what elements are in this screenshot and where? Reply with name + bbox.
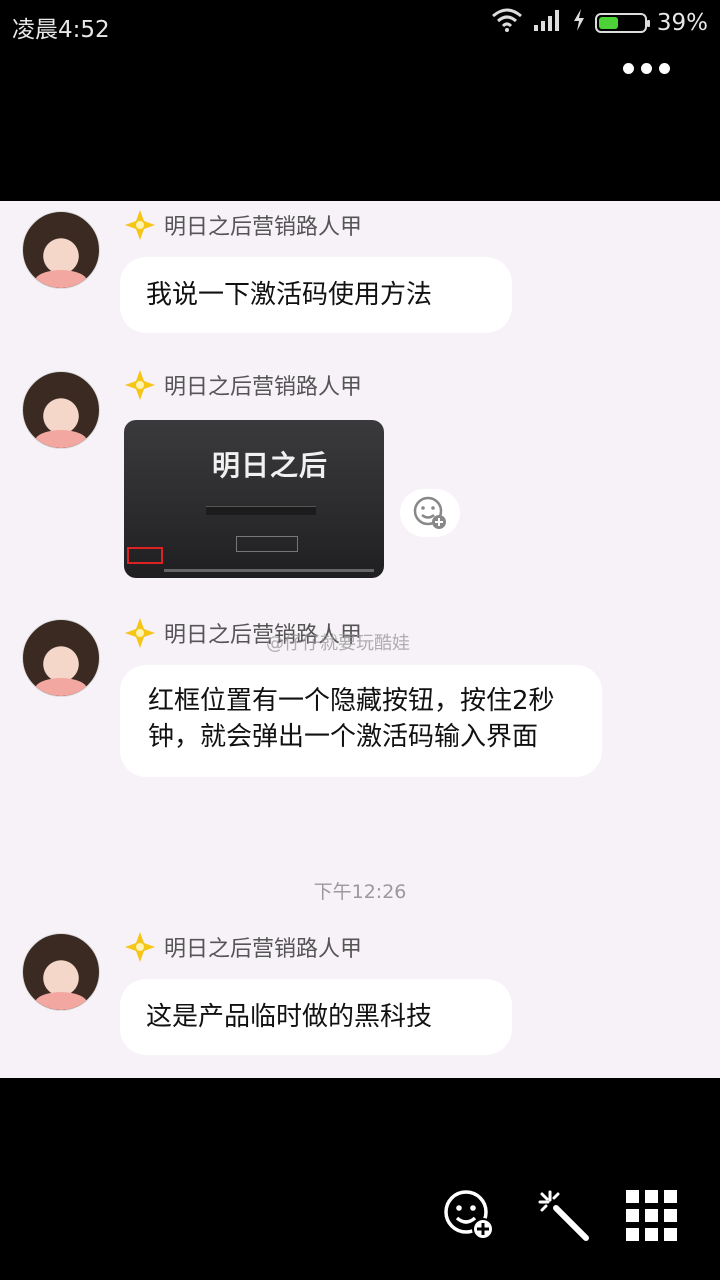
message-bubble[interactable]: 我说一下激活码使用方法 [120, 257, 512, 333]
red-highlight-box [127, 547, 163, 564]
bottom-toolbar [0, 1078, 720, 1280]
sender-row: 明日之后营销路人甲 [124, 209, 362, 241]
magic-wand-icon[interactable] [536, 1188, 592, 1244]
status-indicators: 39% [491, 8, 708, 38]
sender-name: 明日之后营销路人甲 [164, 375, 363, 400]
chat-area[interactable]: 明日之后营销路人甲 我说一下激活码使用方法 明日之后营销路人甲 明日之后 明日之… [0, 201, 720, 1078]
timestamp: 下午12:26 [313, 881, 407, 903]
game-logo: 明日之后 [212, 449, 329, 482]
game-footer-text [164, 569, 374, 572]
sender-row: 明日之后营销路人甲 [124, 931, 362, 963]
watermark: @仔仔就要玩酷娃 [266, 633, 410, 654]
avatar[interactable] [22, 211, 100, 289]
game-input-bar [206, 506, 316, 515]
emoji-react-icon [413, 496, 446, 529]
status-time: 凌晨4:52 [12, 17, 110, 43]
emoji-react-button[interactable] [400, 489, 460, 537]
signal-icon [533, 9, 563, 37]
star-badge-icon [124, 209, 156, 241]
charging-icon [573, 9, 585, 37]
battery-fill [598, 17, 618, 29]
star-badge-icon [124, 369, 156, 401]
image-message[interactable]: 明日之后 [124, 420, 384, 578]
sender-row: 明日之后营销路人甲 [124, 369, 362, 401]
game-button [236, 536, 298, 552]
status-bar: 凌晨4:52 39% [0, 0, 720, 50]
star-badge-icon [124, 931, 156, 963]
battery-icon [594, 13, 650, 33]
sender-name: 明日之后营销路人甲 [164, 937, 363, 962]
avatar[interactable] [22, 619, 100, 697]
more-icon[interactable] [623, 63, 670, 74]
avatar[interactable] [22, 933, 100, 1011]
message-bubble[interactable]: 红框位置有一个隐藏按钮，按住2秒钟，就会弹出一个激活码输入界面 [120, 665, 602, 777]
emoji-add-icon[interactable] [442, 1188, 498, 1244]
message-bubble[interactable]: 这是产品临时做的黑科技 [120, 979, 512, 1055]
sender-name: 明日之后营销路人甲 [164, 215, 363, 240]
star-badge-icon [124, 617, 156, 649]
wifi-icon [491, 8, 523, 38]
avatar[interactable] [22, 371, 100, 449]
battery-percent: 39% [656, 10, 708, 36]
grid-apps-icon[interactable] [624, 1188, 680, 1244]
